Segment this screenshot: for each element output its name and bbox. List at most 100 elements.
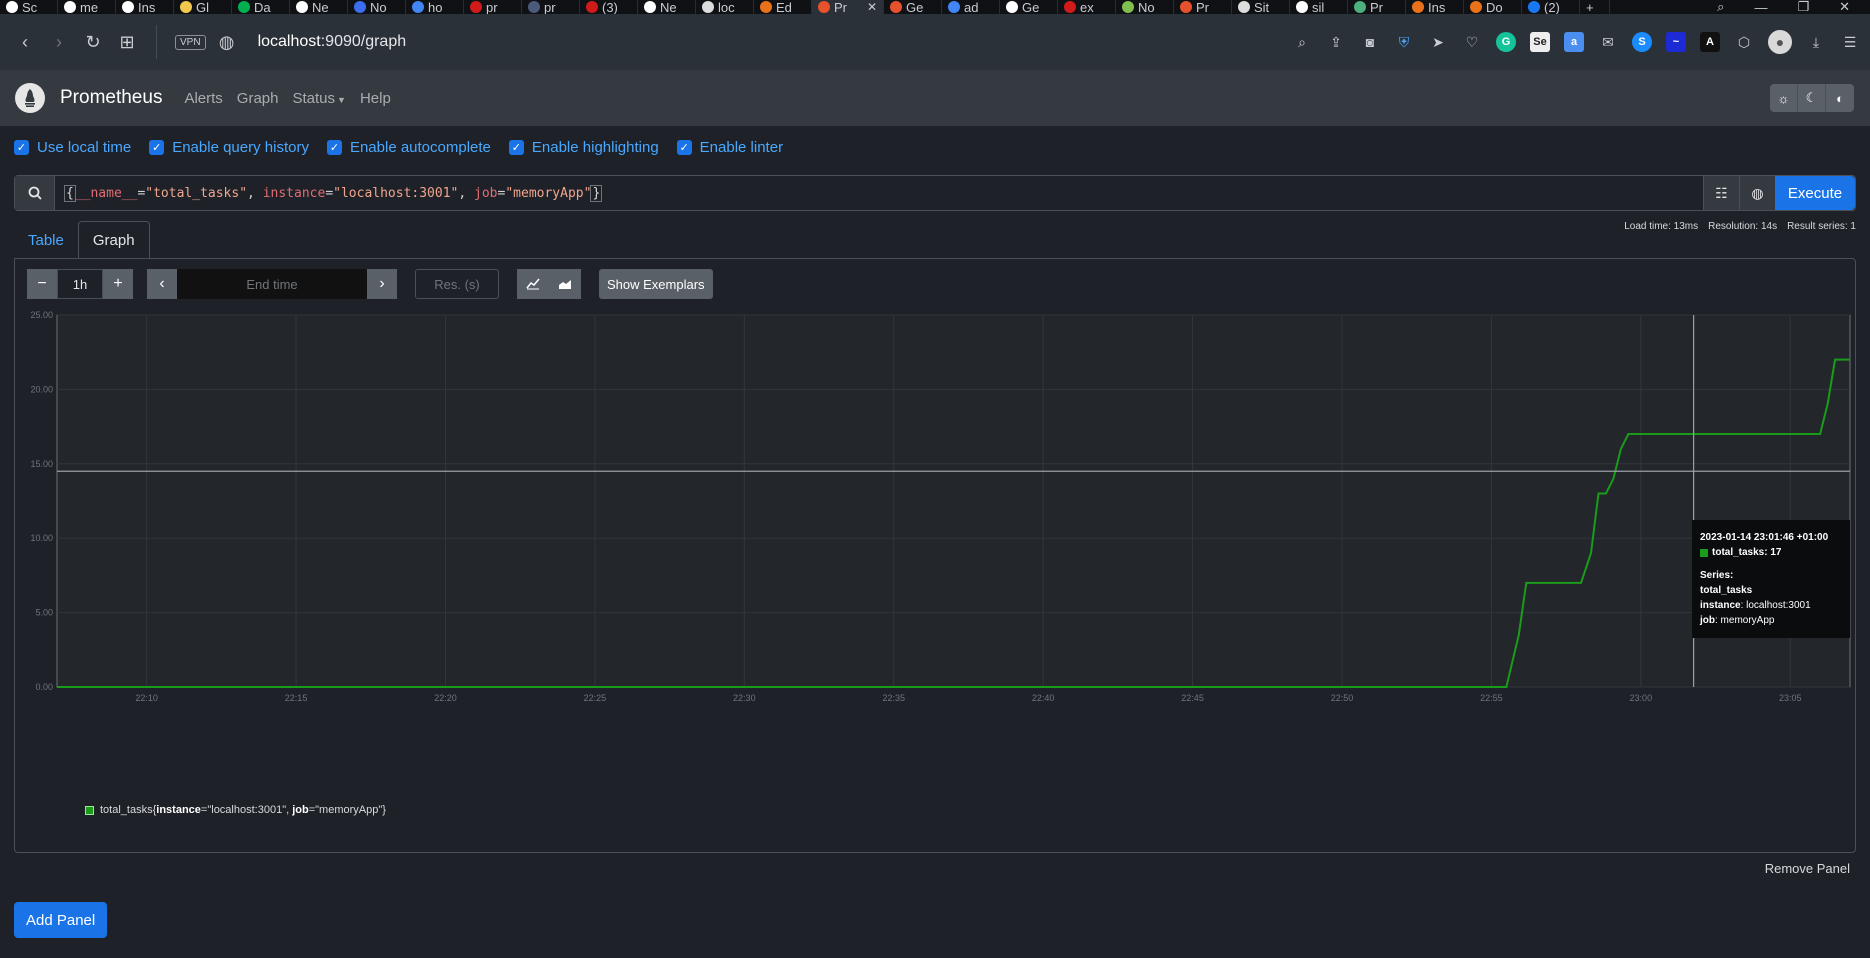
search-tabs-icon[interactable]: ⌕ <box>1717 0 1724 15</box>
browser-tab[interactable]: No <box>348 0 406 14</box>
browser-tab[interactable]: Do <box>1464 0 1522 14</box>
expression-input[interactable]: {__name__ = "total_tasks", instance = "local… <box>55 176 1703 210</box>
shield-icon[interactable]: ⛨ <box>1394 32 1414 52</box>
option-autocomplete[interactable]: ✓ Enable autocomplete <box>326 139 491 156</box>
checkbox-checked-icon[interactable]: ✓ <box>676 140 692 155</box>
execute-button[interactable]: Execute <box>1775 176 1855 210</box>
browser-tab[interactable]: ex <box>1058 0 1116 14</box>
nav-status-dropdown[interactable]: Status ▼ <box>293 90 346 107</box>
back-icon[interactable]: ‹ <box>8 25 42 59</box>
url-field[interactable]: localhost:9090/graph <box>258 33 407 51</box>
tab-title: Pr <box>1370 0 1383 14</box>
globe-explorer-icon[interactable]: ◍ <box>1739 176 1775 210</box>
settings-sliders-icon[interactable]: ☰ <box>1840 32 1860 52</box>
x-tick-label: 22:25 <box>584 693 607 703</box>
angular-icon[interactable]: A <box>1700 32 1720 52</box>
option-highlighting[interactable]: ✓ Enable highlighting <box>508 139 659 156</box>
browser-tab[interactable]: Ge <box>884 0 942 14</box>
checkbox-checked-icon[interactable]: ✓ <box>508 140 524 155</box>
option-query-history[interactable]: ✓ Enable query history <box>149 139 309 156</box>
browser-tab[interactable]: me <box>58 0 116 14</box>
checkbox-checked-icon[interactable]: ✓ <box>149 140 165 155</box>
theme-toggle-group: ☼ ☾ ◐ <box>1770 84 1854 112</box>
new-tab-button[interactable]: + <box>1580 0 1610 14</box>
grammarly-icon[interactable]: G <box>1496 32 1516 52</box>
browser-tab[interactable]: Sc <box>0 0 58 14</box>
mail-icon[interactable]: ✉ <box>1598 32 1618 52</box>
tab-table[interactable]: Table <box>14 221 78 259</box>
selenium-icon[interactable]: Se <box>1530 32 1550 52</box>
prometheus-logo-icon[interactable] <box>15 83 45 113</box>
browser-tab[interactable]: ad <box>942 0 1000 14</box>
tab-favicon-icon <box>528 1 540 13</box>
nav-help[interactable]: Help <box>360 90 391 107</box>
browser-tab[interactable]: loc <box>696 0 754 14</box>
shazam-icon[interactable]: S <box>1632 32 1652 52</box>
heart-icon[interactable]: ♡ <box>1462 32 1482 52</box>
wave-icon[interactable]: ~ <box>1666 32 1686 52</box>
browser-tab[interactable]: Ed <box>754 0 812 14</box>
forward-icon[interactable]: › <box>42 25 76 59</box>
browser-tab[interactable]: pr <box>522 0 580 14</box>
y-tick-label: 20.00 <box>30 384 53 394</box>
tab-graph[interactable]: Graph <box>77 221 150 259</box>
minimize-icon[interactable]: — <box>1754 0 1767 15</box>
browser-tab[interactable]: Ins <box>1406 0 1464 14</box>
tab-favicon-icon <box>180 1 192 13</box>
dark-theme-icon[interactable]: ☾ <box>1798 84 1826 112</box>
browser-tab[interactable]: Pr <box>1348 0 1406 14</box>
add-panel-button[interactable]: Add Panel <box>14 902 108 938</box>
browser-theme-icon[interactable]: ◐ <box>1826 84 1854 112</box>
browser-tab[interactable]: Pr ✕ <box>812 0 884 14</box>
browser-tab[interactable]: sil <box>1290 0 1348 14</box>
tab-title: Ins <box>138 0 156 14</box>
browser-tab[interactable]: (3) <box>580 0 638 14</box>
cube-icon[interactable]: ⬡ <box>1734 32 1754 52</box>
browser-tab[interactable]: Gl <box>174 0 232 14</box>
expr-instance-label: instance <box>262 185 326 201</box>
profile-avatar-icon[interactable]: ● <box>1768 30 1792 54</box>
tab-title: loc <box>718 0 735 14</box>
nav-status-label: Status <box>292 89 336 107</box>
remove-panel-link[interactable]: Remove Panel <box>1765 861 1850 876</box>
browser-tab[interactable]: Pr <box>1174 0 1232 14</box>
zoom-icon[interactable]: ⌕ <box>1292 32 1312 52</box>
nav-graph[interactable]: Graph <box>237 90 279 107</box>
nav-alerts[interactable]: Alerts <box>184 90 222 107</box>
send-icon[interactable]: ➤ <box>1428 32 1448 52</box>
reload-icon[interactable]: ↻ <box>76 25 110 59</box>
vpn-badge[interactable]: VPN <box>175 34 206 50</box>
close-window-icon[interactable]: ✕ <box>1839 0 1850 15</box>
expr-comma: , <box>247 185 263 201</box>
browser-tab[interactable]: (2) <box>1522 0 1580 14</box>
time-series-chart[interactable]: 0.00 5.00 10.00 15.00 20.00 25.00 22:10 22:15 22… <box>15 259 1857 719</box>
browser-tab[interactable]: Ne <box>290 0 348 14</box>
brand-name[interactable]: Prometheus <box>60 87 162 109</box>
close-tab-icon[interactable]: ✕ <box>867 0 877 14</box>
light-theme-icon[interactable]: ☼ <box>1770 84 1798 112</box>
checkbox-checked-icon[interactable]: ✓ <box>326 140 342 155</box>
camera-icon[interactable]: ◙ <box>1360 32 1380 52</box>
x-tick-label: 22:50 <box>1331 693 1354 703</box>
speed-dial-icon[interactable]: ⊞ <box>110 25 144 59</box>
browser-tab[interactable]: No <box>1116 0 1174 14</box>
checkbox-checked-icon[interactable]: ✓ <box>14 140 29 155</box>
browser-tab[interactable]: Ge <box>1000 0 1058 14</box>
maximize-icon[interactable]: ❐ <box>1797 0 1809 15</box>
download-icon[interactable]: ⤓ <box>1806 32 1826 52</box>
browser-tab[interactable]: Sit <box>1232 0 1290 14</box>
option-linter[interactable]: ✓ Enable linter <box>676 139 783 156</box>
metrics-explorer-icon[interactable]: ☷ <box>1703 176 1739 210</box>
tab-title: sil <box>1312 0 1325 14</box>
browser-tab[interactable]: Ne <box>638 0 696 14</box>
share-icon[interactable]: ⇪ <box>1326 32 1346 52</box>
tab-title: Ins <box>1428 0 1446 14</box>
browser-tab[interactable]: Da <box>232 0 290 14</box>
translate-icon[interactable]: a <box>1564 32 1584 52</box>
browser-tab[interactable]: pr <box>464 0 522 14</box>
series-legend[interactable]: total_tasks{instance ="localhost:3001", j… <box>85 804 386 816</box>
browser-tab[interactable]: Ins <box>116 0 174 14</box>
tab-favicon-icon <box>6 1 18 13</box>
browser-tab[interactable]: ho <box>406 0 464 14</box>
option-use-local-time[interactable]: ✓ Use local time <box>14 139 131 156</box>
